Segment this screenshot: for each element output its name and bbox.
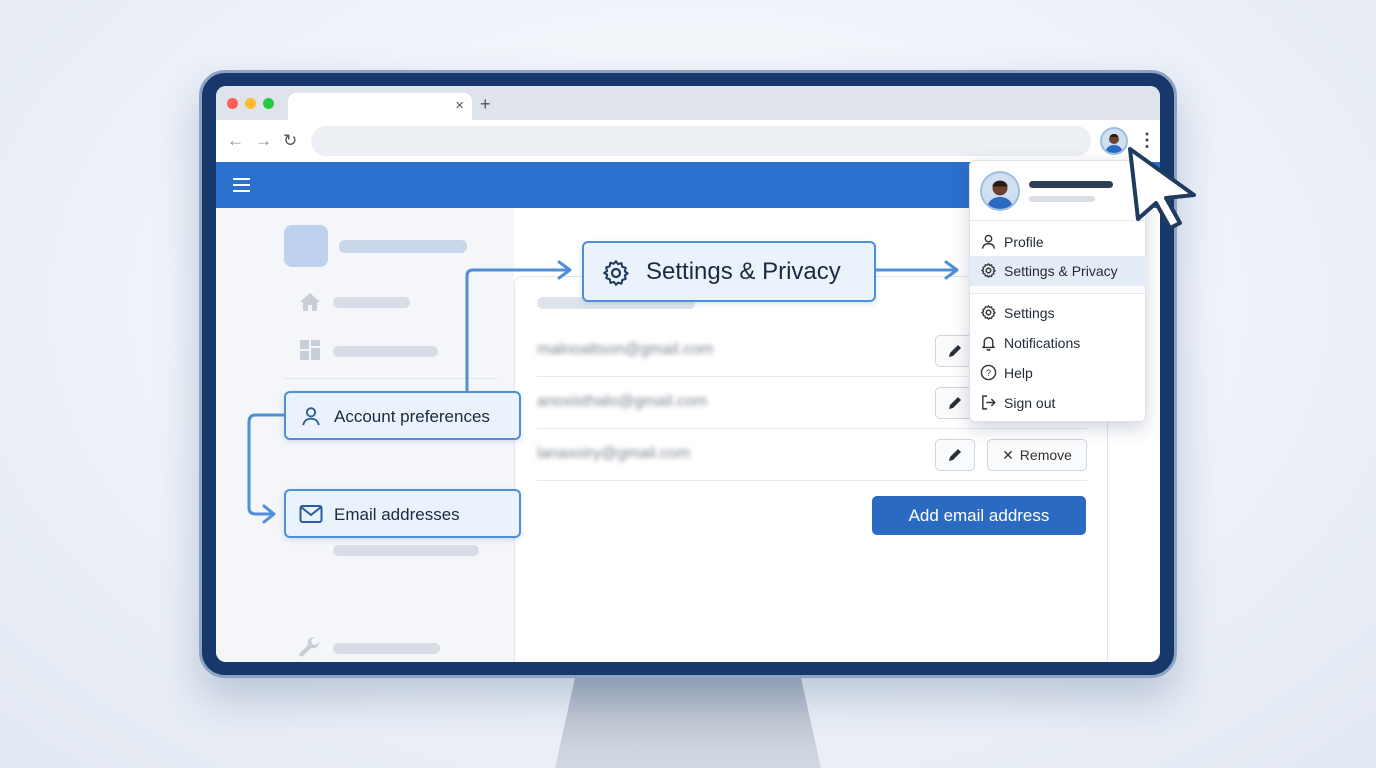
user-icon <box>302 407 320 426</box>
help-circle-icon: ? <box>980 364 997 381</box>
gear-icon <box>603 260 629 286</box>
menu-item-label: Sign out <box>1004 395 1056 411</box>
account-preferences-label: Account preferences <box>334 407 490 426</box>
menu-item-label: Settings & Privacy <box>1004 263 1118 279</box>
user-icon <box>981 234 996 249</box>
avatar-image <box>986 180 1014 209</box>
bell-icon <box>982 336 995 351</box>
connector-arrows <box>247 260 959 524</box>
mouse-cursor-icon <box>1128 147 1196 230</box>
menu-item-notifications[interactable]: Notifications <box>970 328 1147 358</box>
dropdown-profile-header <box>970 161 1147 221</box>
menu-item-label: Settings <box>1004 305 1055 321</box>
settings-privacy-callout: Settings & Privacy <box>582 241 876 302</box>
email-addresses-callout[interactable]: Email addresses <box>284 489 521 538</box>
avatar <box>980 171 1020 211</box>
arrow-account-to-email <box>247 413 287 516</box>
menu-item-settings-privacy[interactable]: Settings & Privacy <box>970 256 1147 286</box>
menu-item-settings[interactable]: Settings <box>970 298 1147 328</box>
settings-privacy-callout-label: Settings & Privacy <box>646 258 841 285</box>
menu-item-label: Notifications <box>1004 335 1081 351</box>
gear-icon <box>981 305 996 320</box>
email-addresses-label: Email addresses <box>334 505 460 524</box>
menu-item-profile[interactable]: Profile <box>970 227 1147 257</box>
menu-item-label: Help <box>1004 365 1033 381</box>
user-name-placeholder <box>1029 181 1113 188</box>
menu-item-sign-out[interactable]: Sign out <box>970 388 1147 418</box>
user-email-placeholder <box>1029 196 1095 202</box>
gear-icon <box>981 263 996 278</box>
menu-divider <box>970 293 1147 294</box>
account-preferences-callout[interactable]: Account preferences <box>284 391 521 440</box>
menu-item-label: Profile <box>1004 234 1044 250</box>
profile-dropdown-menu: Profile Settings & Privacy Settings Noti… <box>969 160 1147 422</box>
arrow-account-to-settings <box>465 268 570 393</box>
svg-text:?: ? <box>986 368 991 378</box>
envelope-icon <box>299 505 323 523</box>
menu-item-help[interactable]: ? Help <box>970 358 1147 388</box>
sign-out-icon <box>982 395 996 410</box>
